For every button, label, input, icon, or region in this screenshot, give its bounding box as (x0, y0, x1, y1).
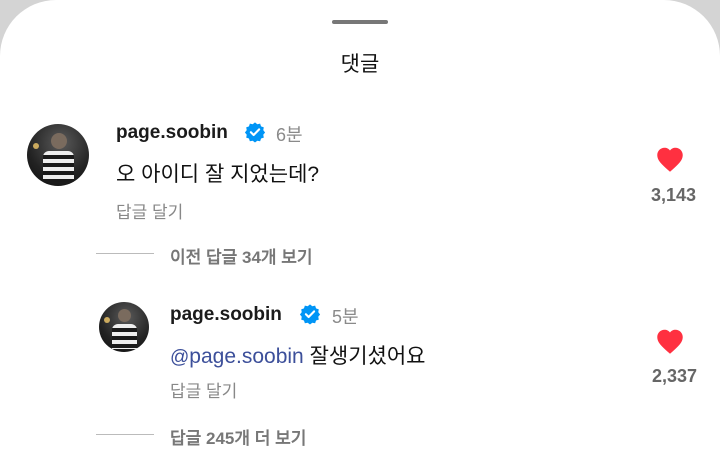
comment-text: @page.soobin 잘생기셨어요 (170, 340, 426, 370)
comment-username[interactable]: page.soobin (116, 122, 228, 144)
heart-icon[interactable] (655, 145, 685, 173)
reply-button[interactable]: 답글 달기 (116, 198, 183, 223)
reply-comment-item: page.soobin 5분 @page.soobin 잘생기셨어요 답글 달기… (0, 296, 720, 406)
like-count: 3,143 (650, 185, 696, 205)
mention-username[interactable]: page.soobin (189, 345, 303, 368)
comment-username[interactable]: page.soobin (170, 304, 282, 326)
avatar[interactable] (27, 124, 89, 186)
comment-time: 6분 (276, 125, 303, 145)
divider (96, 253, 154, 254)
comment-text: 오 아이디 잘 지었는데? (116, 163, 320, 186)
verified-badge-icon (299, 304, 321, 325)
drag-handle[interactable] (332, 20, 388, 24)
view-more-replies-label[interactable]: 답글 245개 더 보기 (170, 424, 306, 449)
like-count: 2,337 (651, 366, 697, 386)
comment-time: 5분 (332, 307, 359, 327)
comment-item: page.soobin 6분 오 아이디 잘 지었는데? 답글 달기 3,143 (0, 118, 720, 228)
view-previous-replies-label[interactable]: 이전 답글 34개 보기 (170, 243, 313, 268)
view-previous-replies[interactable]: 이전 답글 34개 보기 (0, 242, 720, 268)
avatar[interactable] (99, 302, 149, 352)
verified-badge-icon (244, 122, 266, 143)
comment-body: 잘생기셨어요 (303, 345, 426, 368)
heart-icon[interactable] (655, 327, 685, 355)
threads-icon: @ (170, 347, 190, 368)
mention-link[interactable]: @page.soobin (170, 345, 304, 368)
reply-button[interactable]: 답글 달기 (170, 377, 237, 402)
comments-sheet: 댓글 page.soobin 6분 오 아이디 잘 지었는데? 답글 달기 3,… (0, 0, 720, 460)
sheet-title: 댓글 (340, 53, 380, 76)
view-more-replies[interactable]: 답글 245개 더 보기 (0, 423, 720, 449)
divider (96, 434, 154, 435)
